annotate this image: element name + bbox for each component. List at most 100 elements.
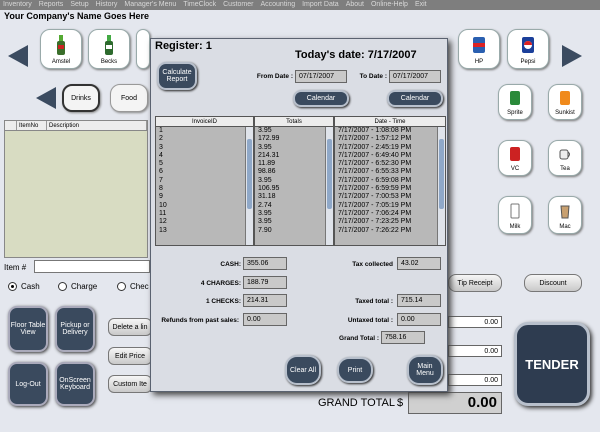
- scroll-thumb[interactable]: [247, 139, 252, 209]
- list-item[interactable]: 7/17/2007 - 6:59:59 PM: [338, 185, 445, 193]
- onscreen-keyboard-button[interactable]: OnScreen Keyboard: [55, 362, 95, 406]
- list-item[interactable]: 172.99: [258, 135, 333, 143]
- list-item[interactable]: 11: [159, 210, 253, 218]
- list-item[interactable]: 9: [159, 193, 253, 201]
- invoice-scrollbar[interactable]: [245, 127, 253, 245]
- menu-help[interactable]: Online-Help: [371, 0, 408, 10]
- totals-list[interactable]: Totals 3.95 172.99 3.95 214.31 11.89 98.86 3.9…: [254, 116, 334, 246]
- list-item[interactable]: 7/17/2007 - 6:55:33 PM: [338, 168, 445, 176]
- menu-inventory[interactable]: Inventory: [3, 0, 32, 10]
- list-item[interactable]: 2: [159, 135, 253, 143]
- list-item[interactable]: 3.95: [258, 210, 333, 218]
- list-item[interactable]: 7/17/2007 - 7:05:19 PM: [338, 202, 445, 210]
- edit-price-button[interactable]: Edit Price: [108, 347, 152, 365]
- totals-scrollbar[interactable]: [325, 127, 333, 245]
- menu-setup[interactable]: Setup: [70, 0, 88, 10]
- product-amstel[interactable]: Amstel: [40, 29, 82, 69]
- menu-reports[interactable]: Reports: [39, 0, 64, 10]
- payment-cash-radio[interactable]: Cash: [8, 282, 40, 291]
- menu-accounting[interactable]: Accounting: [260, 0, 295, 10]
- category-drinks[interactable]: Drinks: [62, 84, 100, 112]
- menu-import[interactable]: Import Data: [302, 0, 339, 10]
- list-item[interactable]: 13: [159, 227, 253, 235]
- list-item[interactable]: 98.86: [258, 168, 333, 176]
- list-item[interactable]: 3: [159, 144, 253, 152]
- prev-products-arrow-icon[interactable]: [8, 45, 28, 67]
- floor-table-view-button[interactable]: Floor Table View: [8, 306, 48, 352]
- tip-receipt-button[interactable]: Tip Receipt: [448, 274, 502, 292]
- list-item[interactable]: 7/17/2007 - 7:06:24 PM: [338, 210, 445, 218]
- print-button[interactable]: Print: [337, 357, 373, 383]
- list-item[interactable]: 6: [159, 168, 253, 176]
- clear-all-button[interactable]: Clear All: [285, 355, 321, 385]
- log-out-button[interactable]: Log-Out: [8, 362, 48, 406]
- calculate-report-button[interactable]: Calculate Report: [157, 62, 197, 90]
- list-item[interactable]: 106.95: [258, 185, 333, 193]
- datetime-scrollbar[interactable]: [437, 127, 445, 245]
- radio-label: Cash: [21, 282, 40, 291]
- category-food[interactable]: Food: [110, 84, 148, 112]
- product-becks[interactable]: Becks: [88, 29, 130, 69]
- list-item[interactable]: 7/17/2007 - 7:26:22 PM: [338, 227, 445, 235]
- list-item[interactable]: 7/17/2007 - 6:59:08 PM: [338, 177, 445, 185]
- list-item[interactable]: 5: [159, 160, 253, 168]
- list-item[interactable]: 4: [159, 152, 253, 160]
- pickup-delivery-button[interactable]: Pickup or Delivery: [55, 306, 95, 352]
- menu-exit[interactable]: Exit: [415, 0, 427, 10]
- list-item[interactable]: 3.95: [258, 218, 333, 226]
- list-item[interactable]: 214.31: [258, 152, 333, 160]
- product-hp[interactable]: HP: [458, 29, 500, 69]
- tender-button[interactable]: TENDER: [514, 322, 590, 406]
- list-item[interactable]: 7/17/2007 - 1:08:08 PM: [338, 127, 445, 135]
- list-item[interactable]: 7/17/2007 - 7:23:25 PM: [338, 218, 445, 226]
- list-item[interactable]: 3.95: [258, 144, 333, 152]
- menu-history[interactable]: History: [96, 0, 118, 10]
- menu-managers[interactable]: Manager's Menu: [124, 0, 176, 10]
- menu-customer[interactable]: Customer: [223, 0, 253, 10]
- from-date-input[interactable]: 07/17/2007: [295, 70, 347, 83]
- list-item[interactable]: 7.90: [258, 227, 333, 235]
- menu-about[interactable]: About: [346, 0, 364, 10]
- to-calendar-button[interactable]: Calendar: [387, 90, 443, 107]
- list-item[interactable]: 7/17/2007 - 6:52:30 PM: [338, 160, 445, 168]
- list-item[interactable]: 7: [159, 177, 253, 185]
- product-tea[interactable]: Tea: [548, 140, 582, 176]
- menu-timeclock[interactable]: TimeClock: [183, 0, 216, 10]
- delete-line-button[interactable]: Delete a lin: [108, 318, 152, 336]
- to-date-input[interactable]: 07/17/2007: [389, 70, 441, 83]
- list-item[interactable]: 31.18: [258, 193, 333, 201]
- from-calendar-button[interactable]: Calendar: [293, 90, 349, 107]
- discount-button[interactable]: Discount: [524, 274, 582, 292]
- list-item[interactable]: 3.95: [258, 127, 333, 135]
- scroll-thumb[interactable]: [439, 139, 444, 209]
- payment-charge-radio[interactable]: Charge: [58, 282, 97, 291]
- list-item[interactable]: 7/17/2007 - 6:49:40 PM: [338, 152, 445, 160]
- product-partial[interactable]: [136, 29, 150, 69]
- invoice-id-list[interactable]: InvoiceID 1 2 3 4 5 6 7 8 9 10 11 12 13: [155, 116, 254, 246]
- list-item[interactable]: 7/17/2007 - 7:00:53 PM: [338, 193, 445, 201]
- payment-check-radio[interactable]: Chec: [117, 282, 149, 291]
- list-item[interactable]: 11.89: [258, 160, 333, 168]
- list-item[interactable]: 2.74: [258, 202, 333, 210]
- scroll-thumb[interactable]: [327, 139, 332, 209]
- prev-category-arrow-icon[interactable]: [36, 87, 56, 109]
- next-products-arrow-icon[interactable]: [562, 45, 582, 67]
- list-item[interactable]: 7/17/2007 - 1:57:12 PM: [338, 135, 445, 143]
- custom-item-button[interactable]: Custom Ite: [108, 375, 152, 393]
- list-item[interactable]: 1: [159, 127, 253, 135]
- product-mac[interactable]: Mac: [548, 196, 582, 234]
- list-item[interactable]: 12: [159, 218, 253, 226]
- product-sunkist[interactable]: Sunkist: [548, 84, 582, 120]
- item-number-input[interactable]: [34, 260, 150, 273]
- product-sprite[interactable]: Sprite: [498, 84, 532, 120]
- list-item[interactable]: 7/17/2007 - 2:45:19 PM: [338, 144, 445, 152]
- list-item[interactable]: 3.95: [258, 177, 333, 185]
- list-item[interactable]: 8: [159, 185, 253, 193]
- product-vc[interactable]: VC: [498, 140, 532, 176]
- product-milk[interactable]: Milk: [498, 196, 532, 234]
- product-pepsi[interactable]: Pepsi: [507, 29, 549, 69]
- main-menu-button[interactable]: Main Menu: [407, 355, 443, 385]
- order-items-table[interactable]: ItemNo Description: [4, 120, 148, 258]
- list-item[interactable]: 10: [159, 202, 253, 210]
- datetime-list[interactable]: Date - Time 7/17/2007 - 1:08:08 PM 7/17/2…: [334, 116, 446, 246]
